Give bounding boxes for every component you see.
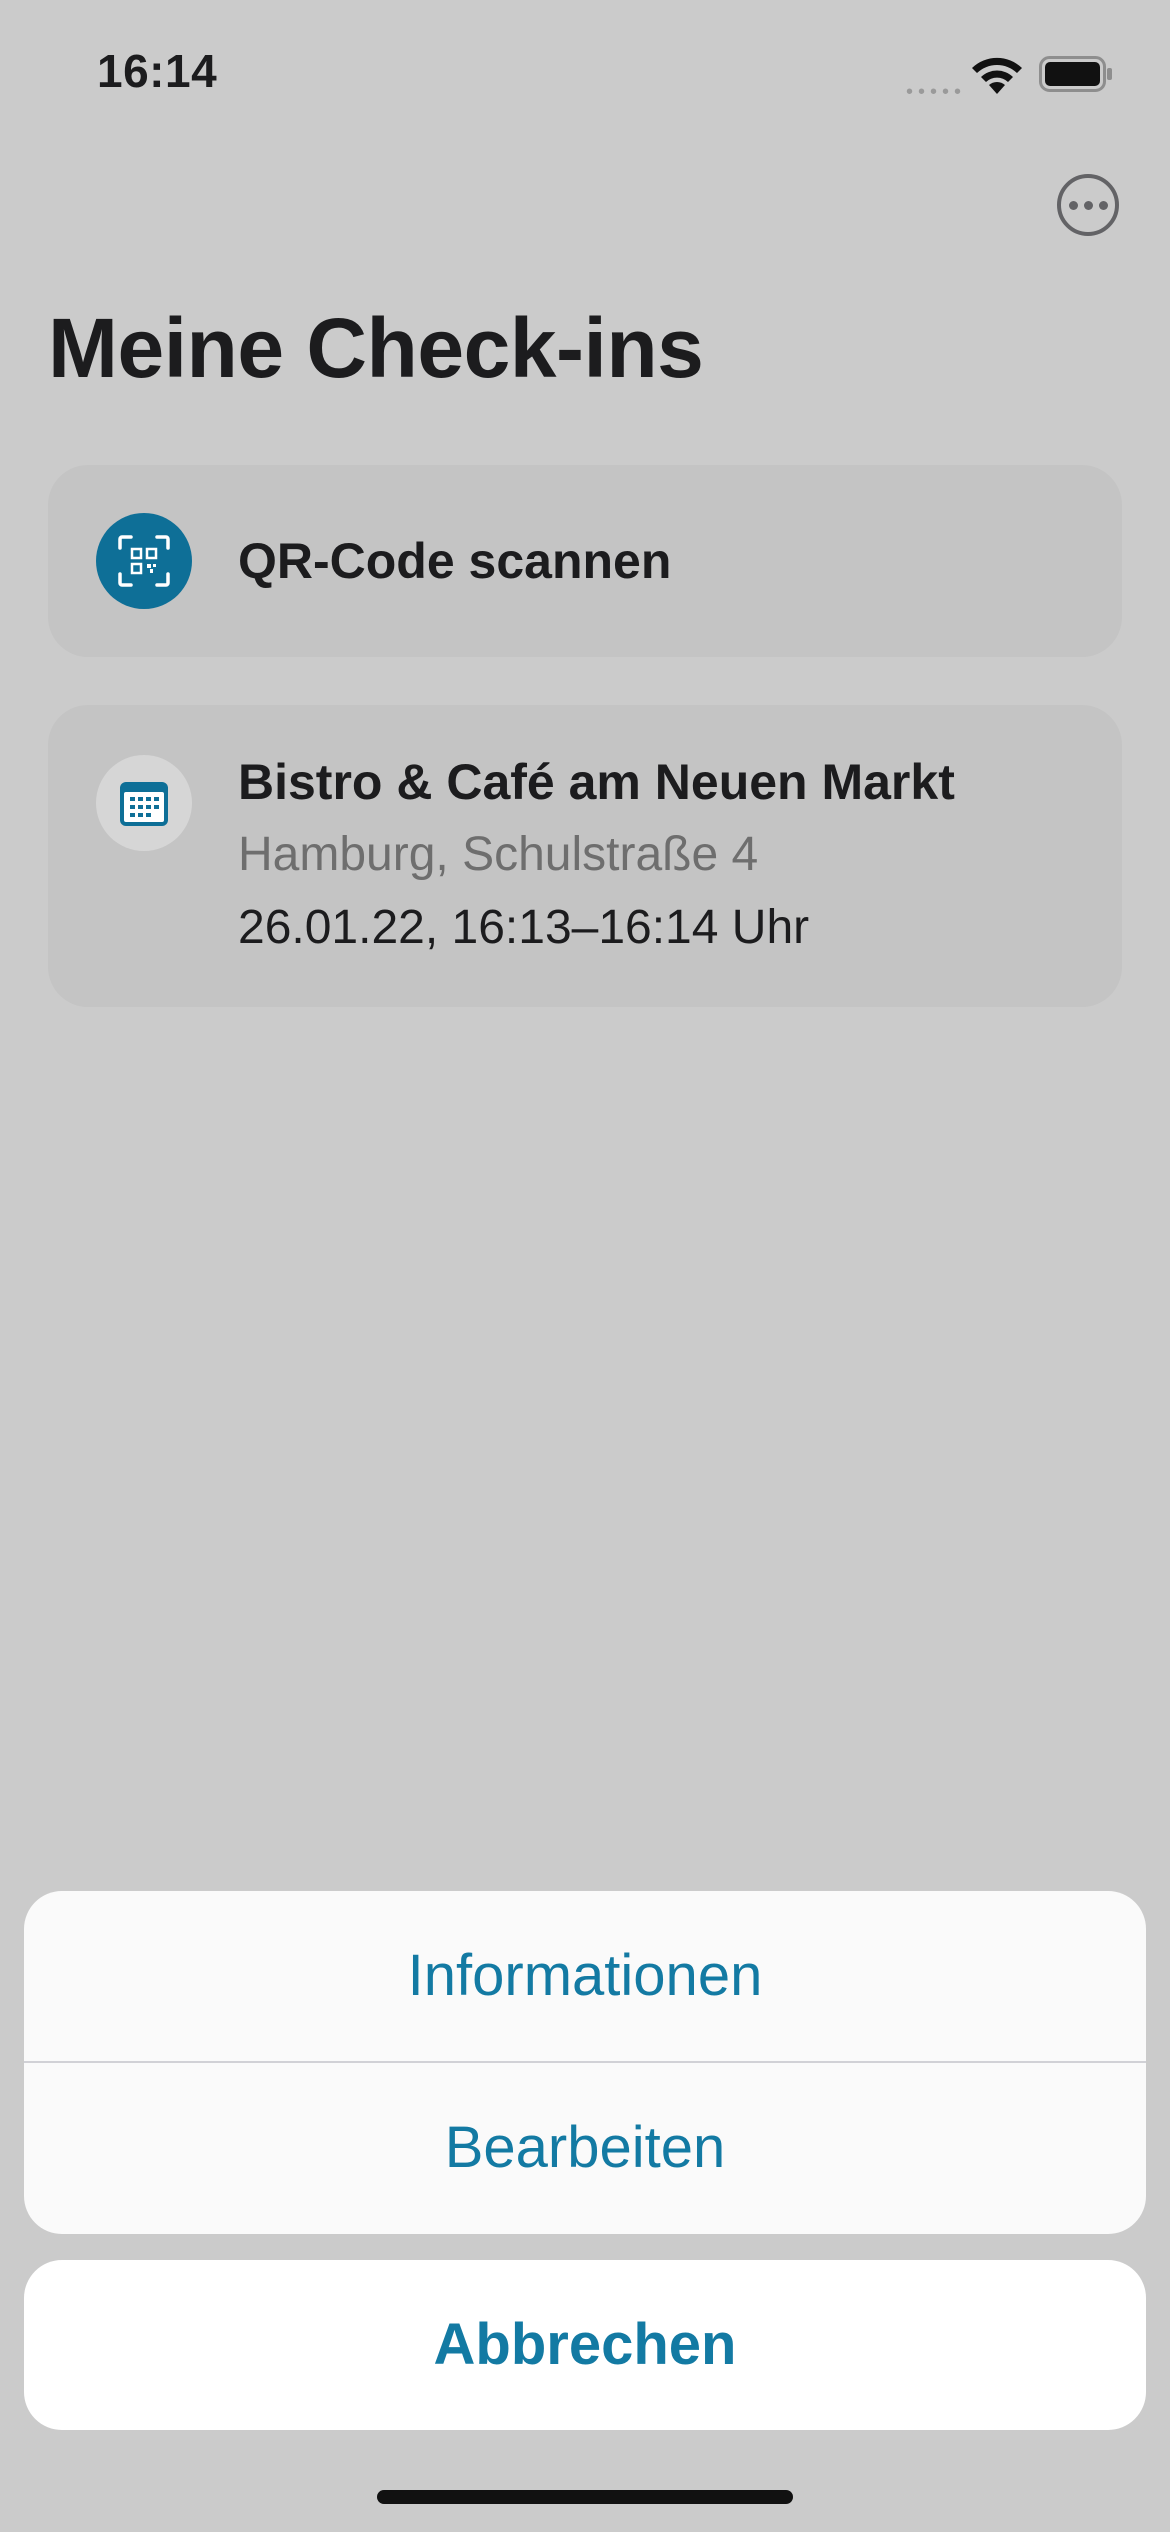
qr-scan-icon xyxy=(96,513,192,609)
ellipsis-dot xyxy=(1098,200,1108,210)
scan-qr-code-button[interactable]: QR-Code scannen xyxy=(48,465,1122,657)
ellipsis-circle-icon xyxy=(1068,200,1078,210)
scan-qr-code-label: QR-Code scannen xyxy=(238,533,672,589)
checkin-location-name: Bistro & Café am Neuen Markt xyxy=(238,754,955,810)
more-options-button[interactable] xyxy=(1057,174,1119,236)
checkin-address: Hamburg, Schulstraße 4 xyxy=(238,828,759,881)
wifi-icon xyxy=(972,57,1022,94)
checkin-time-range: 26.01.22, 16:13–16:14 Uhr xyxy=(238,901,810,954)
action-sheet: Informationen Bearbeiten xyxy=(24,1891,1146,2234)
status-time: 16:14 xyxy=(97,45,218,97)
page-title: Meine Check-ins xyxy=(48,301,704,395)
status-bar: 16:14 ••••• xyxy=(0,0,1170,150)
cancel-button[interactable]: Abbrechen xyxy=(24,2260,1146,2430)
cellular-signal-icon: ••••• xyxy=(906,81,967,103)
action-information-button[interactable]: Informationen xyxy=(24,1891,1146,2061)
home-indicator[interactable] xyxy=(377,2490,793,2504)
action-edit-button[interactable]: Bearbeiten xyxy=(24,2063,1146,2233)
calendar-icon xyxy=(96,755,192,851)
checkin-list-item[interactable]: Bistro & Café am Neuen Markt Hamburg, Sc… xyxy=(48,705,1122,1007)
battery-icon xyxy=(1039,56,1112,92)
ellipsis-dot xyxy=(1083,200,1093,210)
